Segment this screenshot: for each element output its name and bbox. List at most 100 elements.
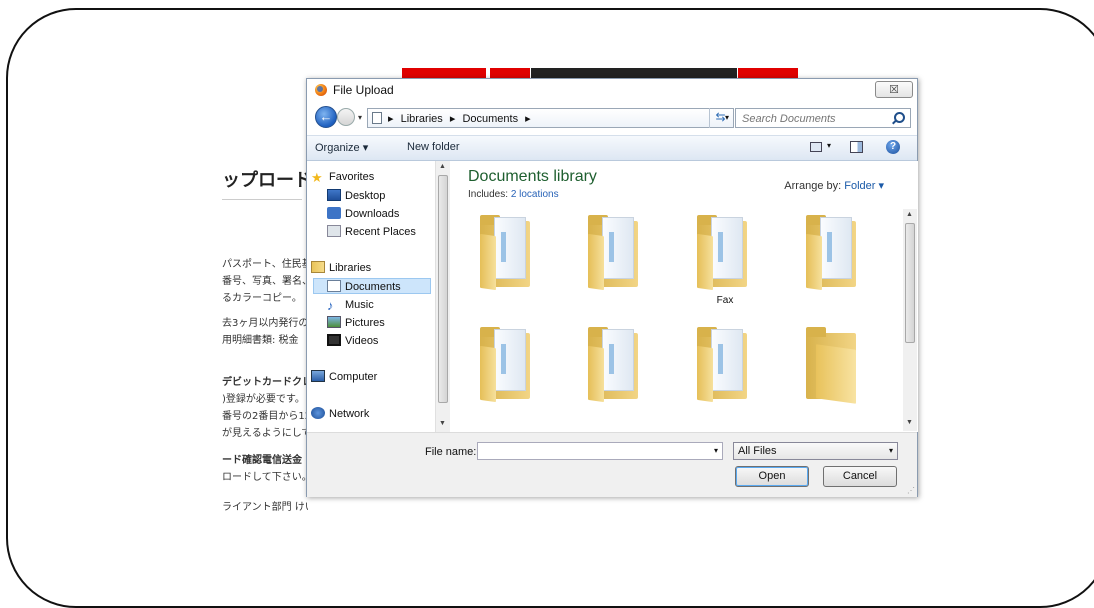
- nav-item-recent-places[interactable]: Recent Places: [327, 224, 416, 240]
- scroll-down-icon[interactable]: ▼: [906, 419, 913, 426]
- documents-icon: [327, 280, 341, 292]
- nav-label: Videos: [345, 335, 379, 347]
- nav-computer[interactable]: Computer: [311, 369, 377, 385]
- file-type-select[interactable]: All Files ▾: [733, 442, 898, 460]
- folder-item[interactable]: [693, 213, 757, 293]
- desktop-icon: [327, 189, 341, 201]
- folder-item[interactable]: [693, 325, 757, 405]
- arrange-by: Arrange by: Folder ▾: [784, 179, 884, 192]
- command-toolbar: Organize ▾ New folder ▾ ?: [307, 135, 917, 161]
- search-input[interactable]: [740, 110, 894, 128]
- nav-label: Pictures: [345, 317, 385, 329]
- folder-front: [697, 233, 713, 291]
- file-upload-dialog: File Upload ☒ ← ▾ ▸ Libraries ▸ Document…: [306, 78, 918, 497]
- change-view-icon[interactable]: [810, 142, 822, 152]
- folder-tab: [806, 327, 826, 337]
- title-bar: File Upload ☒: [307, 79, 917, 101]
- locations-link[interactable]: 2 locations: [511, 189, 559, 200]
- nav-item-desktop[interactable]: Desktop: [327, 188, 385, 204]
- breadcrumb-documents[interactable]: Documents: [462, 113, 518, 125]
- folder-item[interactable]: [584, 213, 648, 293]
- includes-label: Includes:: [468, 189, 509, 200]
- nav-label: Favorites: [329, 171, 375, 183]
- document-page: [602, 329, 634, 391]
- resize-grip-icon[interactable]: ⋰: [907, 486, 915, 495]
- folder-item[interactable]: [802, 325, 866, 405]
- breadcrumb-separator[interactable]: ▸: [450, 113, 456, 125]
- folder-front: [806, 233, 822, 291]
- cancel-button[interactable]: Cancel: [823, 466, 897, 487]
- help-icon[interactable]: ?: [886, 140, 900, 154]
- libraries-icon: [311, 261, 325, 273]
- music-note-icon: ♪: [327, 298, 334, 313]
- nav-label: Libraries: [329, 262, 372, 274]
- recent-places-icon: [327, 225, 341, 237]
- document-page: [494, 217, 526, 279]
- close-button[interactable]: ☒: [875, 81, 913, 98]
- nav-label: Downloads: [345, 208, 400, 220]
- breadcrumb-libraries[interactable]: Libraries: [401, 113, 443, 125]
- navigation-scroll-thumb[interactable]: [438, 175, 448, 403]
- search-icon[interactable]: [894, 112, 905, 123]
- nav-item-music[interactable]: ♪ Music: [327, 297, 374, 313]
- nav-item-downloads[interactable]: Downloads: [327, 206, 399, 222]
- folder-item[interactable]: [476, 325, 540, 405]
- address-bar[interactable]: ▸ Libraries ▸ Documents ▸ ▾: [367, 108, 734, 128]
- file-list-area: Documents library Includes: 2 locations …: [452, 161, 918, 432]
- open-button[interactable]: Open: [735, 466, 809, 487]
- search-box[interactable]: [735, 108, 911, 128]
- arrange-by-dropdown[interactable]: Folder ▾: [844, 180, 884, 192]
- breadcrumb-separator[interactable]: ▸: [525, 113, 531, 125]
- file-name-dropdown-icon[interactable]: ▾: [714, 446, 718, 455]
- network-icon: [311, 407, 325, 419]
- nav-item-pictures[interactable]: Pictures: [327, 315, 385, 331]
- nav-item-videos[interactable]: Videos: [327, 333, 378, 349]
- folder-item[interactable]: [584, 325, 648, 405]
- back-arrow-icon: ←: [319, 109, 333, 124]
- document-page: [494, 329, 526, 391]
- file-name-input[interactable]: [478, 443, 702, 459]
- forward-button[interactable]: [337, 108, 355, 126]
- nav-label: Desktop: [345, 190, 386, 202]
- documents-location-icon: [372, 112, 382, 124]
- library-title: Documents library: [468, 168, 597, 185]
- nav-network[interactable]: Network: [311, 406, 369, 422]
- history-dropdown-icon[interactable]: ▾: [358, 113, 362, 122]
- star-icon: ★: [311, 170, 323, 185]
- nav-label: Network: [329, 408, 370, 420]
- folder-item[interactable]: [476, 213, 540, 293]
- navigation-scrollbar[interactable]: ▲ ▼: [435, 161, 450, 432]
- folder-front: [816, 344, 856, 404]
- refresh-button[interactable]: ⇆: [709, 108, 731, 128]
- folder-front: [480, 345, 496, 403]
- new-folder-button[interactable]: New folder: [407, 141, 460, 153]
- back-button[interactable]: ←: [315, 106, 337, 128]
- folder-item[interactable]: [802, 213, 866, 293]
- pictures-icon: [327, 316, 341, 328]
- scroll-up-icon[interactable]: ▲: [906, 211, 913, 218]
- scroll-down-icon[interactable]: ▼: [439, 420, 446, 427]
- folder-label-fax: Fax: [716, 295, 734, 306]
- organize-button[interactable]: Organize ▾: [315, 141, 368, 154]
- file-name-combobox[interactable]: ▾: [477, 442, 723, 460]
- document-page: [711, 217, 743, 279]
- file-list-scrollbar[interactable]: ▲ ▼: [903, 209, 917, 431]
- nav-label: Recent Places: [345, 226, 416, 238]
- downloads-icon: [327, 207, 341, 219]
- folder-front: [588, 233, 604, 291]
- nav-favorites[interactable]: ★ Favorites: [311, 169, 374, 185]
- nav-libraries[interactable]: Libraries: [311, 260, 371, 276]
- document-page: [602, 217, 634, 279]
- preview-pane-icon[interactable]: [850, 141, 863, 153]
- nav-label: Computer: [329, 371, 378, 383]
- nav-item-documents[interactable]: Documents: [313, 278, 431, 294]
- arrange-by-label: Arrange by:: [784, 180, 842, 192]
- scroll-up-icon[interactable]: ▲: [439, 163, 446, 170]
- views-dropdown-icon[interactable]: ▾: [827, 141, 831, 150]
- document-page: [711, 329, 743, 391]
- firefox-icon: [315, 84, 327, 96]
- videos-icon: [327, 334, 341, 346]
- breadcrumb-separator[interactable]: ▸: [388, 113, 394, 125]
- file-list-scroll-thumb[interactable]: [905, 223, 915, 343]
- file-name-label: File name:: [425, 446, 477, 458]
